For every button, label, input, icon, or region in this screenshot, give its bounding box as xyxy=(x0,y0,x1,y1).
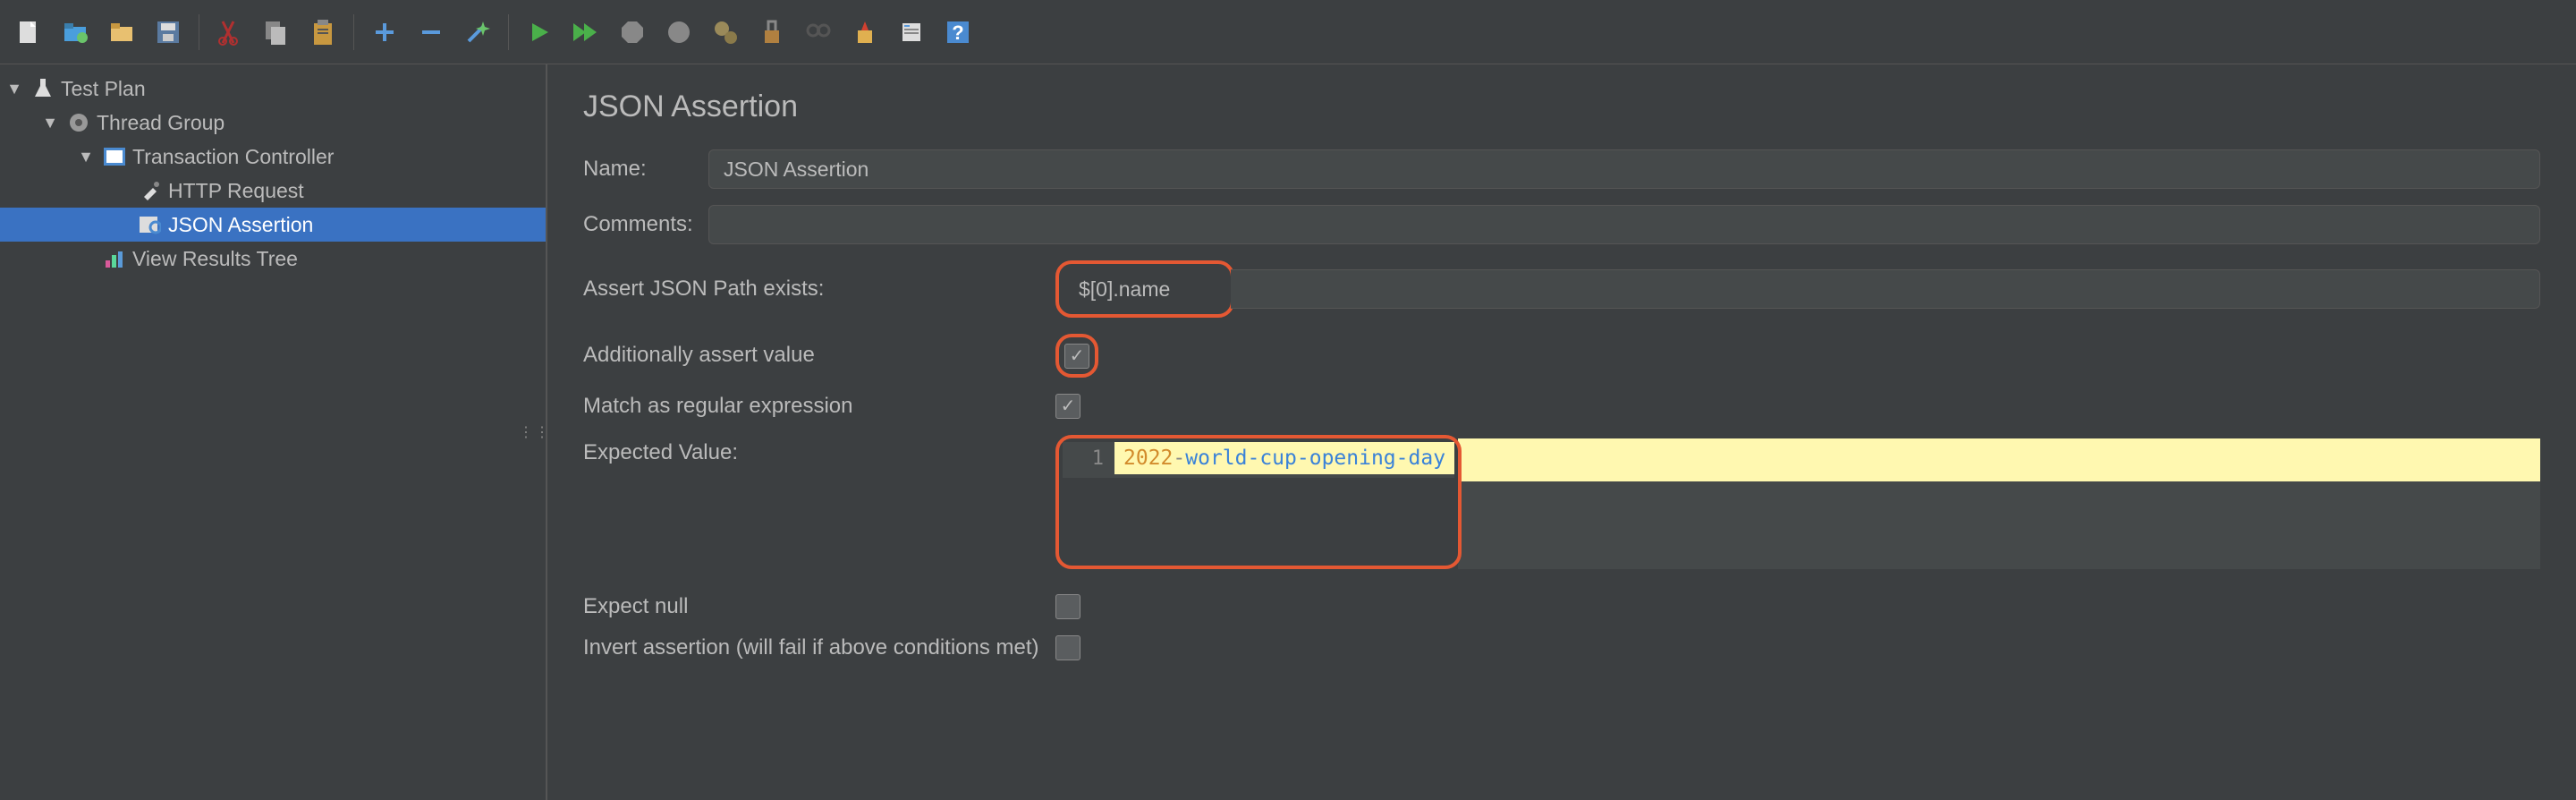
tree-node-http-request[interactable]: HTTP Request xyxy=(0,174,546,208)
assertion-icon xyxy=(138,212,163,237)
chevron-down-icon[interactable]: ▼ xyxy=(4,80,25,98)
expected-value-editor[interactable]: 2022-world-cup-opening-day xyxy=(1114,442,1454,478)
tree-node-transaction-controller[interactable]: ▼ Transaction Controller xyxy=(0,140,546,174)
toolbar: ? xyxy=(0,0,2576,64)
tree-node-thread-group[interactable]: ▼ Thread Group xyxy=(0,106,546,140)
wand-icon[interactable] xyxy=(456,11,499,54)
cut-icon[interactable] xyxy=(208,11,251,54)
additionally-assert-checkbox[interactable]: ✓ xyxy=(1064,344,1089,369)
chevron-down-icon[interactable]: ▼ xyxy=(39,114,61,132)
additionally-assert-label: Additionally assert value xyxy=(583,343,1055,368)
tree-label: Transaction Controller xyxy=(132,145,334,169)
comments-label: Comments: xyxy=(583,212,708,237)
controller-icon xyxy=(102,144,127,169)
run-icon[interactable] xyxy=(518,11,561,54)
expect-null-label: Expect null xyxy=(583,594,1055,619)
copy-icon[interactable] xyxy=(255,11,298,54)
tree-label: HTTP Request xyxy=(168,179,304,203)
tree-node-json-assertion[interactable]: JSON Assertion xyxy=(0,208,546,242)
stop-icon[interactable] xyxy=(611,11,654,54)
paste-icon[interactable] xyxy=(301,11,344,54)
new-file-icon[interactable] xyxy=(7,11,50,54)
tree-label: View Results Tree xyxy=(132,247,298,271)
json-path-input[interactable] xyxy=(1064,269,1225,309)
chart-icon xyxy=(102,246,127,271)
tree-label: JSON Assertion xyxy=(168,213,313,237)
invert-assertion-checkbox[interactable] xyxy=(1055,635,1080,660)
help-icon[interactable]: ? xyxy=(936,11,979,54)
editor-panel: JSON Assertion Name: Comments: Assert JS… xyxy=(547,64,2576,800)
tree-label: Thread Group xyxy=(97,111,225,135)
name-label: Name: xyxy=(583,157,708,182)
gears-icon[interactable] xyxy=(704,11,747,54)
tree-panel: ▼ Test Plan ▼ Thread Group ▼ Transaction… xyxy=(0,64,547,800)
pipette-icon xyxy=(138,178,163,203)
expect-null-checkbox[interactable] xyxy=(1055,594,1080,619)
match-regex-checkbox[interactable]: ✓ xyxy=(1055,394,1080,419)
json-path-input-ext[interactable] xyxy=(1231,269,2540,309)
run-all-icon[interactable] xyxy=(564,11,607,54)
name-input[interactable] xyxy=(708,149,2540,189)
tree-node-view-results[interactable]: View Results Tree xyxy=(0,242,546,276)
match-regex-label: Match as regular expression xyxy=(583,394,1055,419)
minus-icon[interactable] xyxy=(410,11,453,54)
flask-icon xyxy=(30,76,55,101)
comments-input[interactable] xyxy=(708,205,2540,244)
editor-title: JSON Assertion xyxy=(583,89,2540,124)
open-folder-icon[interactable] xyxy=(54,11,97,54)
splitter-handle[interactable]: ⋮⋮ xyxy=(519,423,551,441)
plus-icon[interactable] xyxy=(363,11,406,54)
clear-icon[interactable] xyxy=(750,11,793,54)
shutdown-icon[interactable] xyxy=(657,11,700,54)
search-icon[interactable] xyxy=(797,11,840,54)
json-path-label: Assert JSON Path exists: xyxy=(583,277,1055,302)
templates-icon[interactable] xyxy=(100,11,143,54)
svg-text:?: ? xyxy=(952,21,963,44)
expected-value-label: Expected Value: xyxy=(583,435,1055,465)
chevron-down-icon[interactable]: ▼ xyxy=(75,148,97,166)
tree-label: Test Plan xyxy=(61,77,146,101)
code-gutter: 1 xyxy=(1063,442,1114,478)
tree-node-test-plan[interactable]: ▼ Test Plan xyxy=(0,72,546,106)
gear-icon xyxy=(66,110,91,135)
save-icon[interactable] xyxy=(147,11,190,54)
reset-search-icon[interactable] xyxy=(843,11,886,54)
invert-assertion-label: Invert assertion (will fail if above con… xyxy=(583,635,1055,660)
function-helper-icon[interactable] xyxy=(890,11,933,54)
